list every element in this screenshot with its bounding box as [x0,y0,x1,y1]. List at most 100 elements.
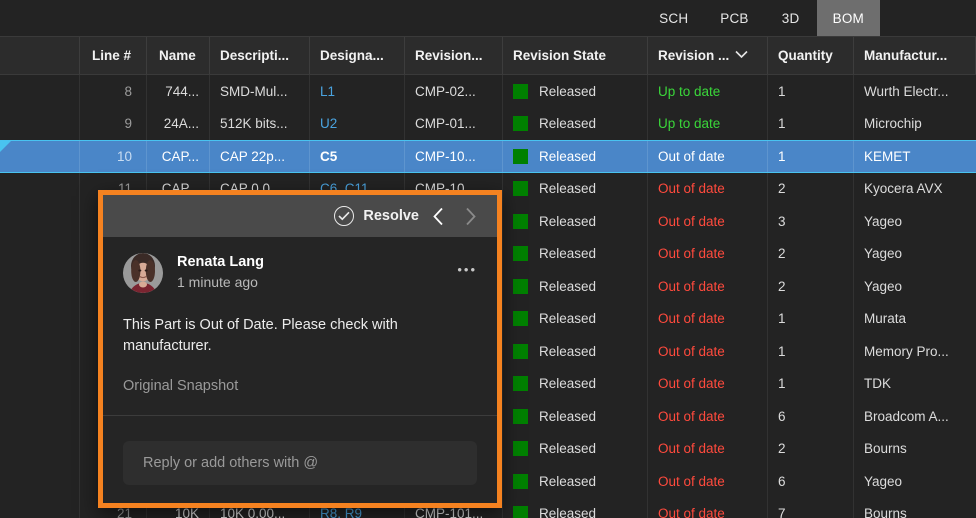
tab-sch-label: SCH [659,10,689,26]
tab-3d[interactable]: 3D [765,0,817,36]
column-header-quantity[interactable]: Quantity [768,37,854,74]
chevron-right-icon[interactable] [457,203,483,229]
tab-sch[interactable]: SCH [643,0,704,36]
comment-popup-body: Renata Lang 1 minute ago ••• This Part i… [103,237,497,425]
cell-quantity: 1 [768,107,854,140]
row-gutter[interactable] [0,107,80,140]
row-gutter[interactable] [0,465,80,498]
chevron-down-icon[interactable] [735,50,748,62]
cell-description: CAP 22p... [210,141,310,172]
tab-bom[interactable]: BOM [816,0,880,36]
row-gutter[interactable] [0,270,80,303]
cell-revision: CMP-01... [405,107,503,140]
table-row[interactable]: 10 CAP... CAP 22p... C5 CMP-10... Released Out… [0,140,976,173]
revision-state-label: Released [539,83,597,99]
cell-quantity: 1 [768,75,854,108]
cell-revision-status: Out of date [648,141,768,172]
row-gutter[interactable] [0,367,80,400]
cell-manufacturer: Yageo [864,473,903,489]
cell-revision: CMP-10... [405,141,503,172]
column-header-revision[interactable]: Revision... [405,37,503,74]
cell-quantity: 1 [768,141,854,172]
column-header-description[interactable]: Descripti... [210,37,310,74]
cell-revision-state: Released [503,270,648,303]
cell-manufacturer: Yageo [864,213,903,229]
cell-revision-state: Released [503,432,648,465]
status-swatch-icon [513,343,528,359]
cell-line-number: 10 [80,141,147,172]
comment-popup-header: Resolve [103,195,497,237]
column-header-revision-state[interactable]: Revision State [503,37,648,74]
original-snapshot-link[interactable]: Original Snapshot [123,378,477,394]
cell-name: 744... [147,75,210,108]
cell-revision-state: Released [503,141,648,172]
cell-revision-state: Released [503,237,648,270]
cell-revision-status: Up to date [648,75,768,108]
cell-manufacturer: Memory Pro... [864,343,949,359]
resolve-label: Resolve [363,208,419,224]
column-header-manufacturer[interactable]: Manufactur... [854,37,976,74]
check-circle-icon [334,206,355,226]
cell-description: SMD-Mul... [210,75,310,108]
cell-manufacturer: Murata [864,311,907,327]
cell-designator: L1 [310,75,405,108]
cell-designator: C5 [310,141,405,172]
cell-quantity: 2 [768,432,854,465]
tab-bom-label: BOM [832,10,864,26]
row-gutter[interactable] [0,172,80,205]
cell-revision-state: Released [503,205,648,238]
column-header-revision-state-label: Revision State [513,48,607,63]
cell-manufacturer: Kyocera AVX [864,181,943,197]
revision-state-label: Released [539,441,597,457]
column-header-quantity-label: Quantity [778,48,833,63]
column-header-designator[interactable]: Designa... [310,37,405,74]
table-row[interactable]: 9 24A... 512K bits... U2 CMP-01... Released Up… [0,107,976,140]
reply-input[interactable] [143,455,457,471]
cell-revision-state: Released [503,75,648,108]
column-header-revision-status[interactable]: Revision ... [648,37,768,74]
row-gutter[interactable] [0,75,80,108]
table-row[interactable]: 8 744... SMD-Mul... L1 CMP-02... Released Up t… [0,75,976,108]
row-gutter[interactable] [0,205,80,238]
status-swatch-icon [513,246,528,262]
column-header-line[interactable]: Line # [80,37,147,74]
cell-manufacturer: KEMET [864,148,911,164]
cell-revision: CMP-02... [405,75,503,108]
row-gutter[interactable] [0,141,80,172]
column-header-line-label: Line # [92,48,132,63]
resolve-button[interactable]: Resolve [334,206,419,226]
row-gutter[interactable] [0,302,80,335]
status-swatch-icon [513,473,528,489]
row-gutter[interactable] [0,400,80,433]
column-header-gutter [0,37,80,74]
revision-state-label: Released [539,311,597,327]
cell-revision-state: Released [503,302,648,335]
comment-author-name: Renata Lang [177,254,265,270]
cell-manufacturer: TDK [864,376,891,392]
row-gutter[interactable] [0,335,80,368]
row-gutter[interactable] [0,237,80,270]
comment-text: This Part is Out of Date. Please check w… [123,317,398,354]
cell-line-number: 9 [80,107,147,140]
column-header-manufacturer-label: Manufactur... [864,48,948,63]
row-gutter[interactable] [0,497,80,518]
cell-manufacturer: Bourns [864,506,907,518]
column-header-name[interactable]: Name [147,37,210,74]
status-swatch-icon [513,278,528,294]
row-gutter[interactable] [0,432,80,465]
more-options-icon[interactable]: ••• [457,263,477,276]
status-swatch-icon [513,181,528,197]
chevron-left-icon[interactable] [425,203,451,229]
tab-pcb-label: PCB [720,10,749,26]
cell-manufacturer: Broadcom A... [864,408,949,424]
reply-input-wrapper[interactable] [123,441,477,485]
cell-quantity: 1 [768,335,854,368]
column-header-name-label: Name [159,48,196,63]
revision-state-label: Released [539,148,597,164]
cell-quantity: 6 [768,465,854,498]
comment-popup: Resolve Renata Lang 1 minute ago ••• Thi… [98,190,502,508]
cell-manufacturer: Wurth Electr... [864,83,949,99]
cell-revision-state: Released [503,497,648,518]
cell-quantity: 2 [768,172,854,205]
tab-pcb[interactable]: PCB [704,0,764,36]
